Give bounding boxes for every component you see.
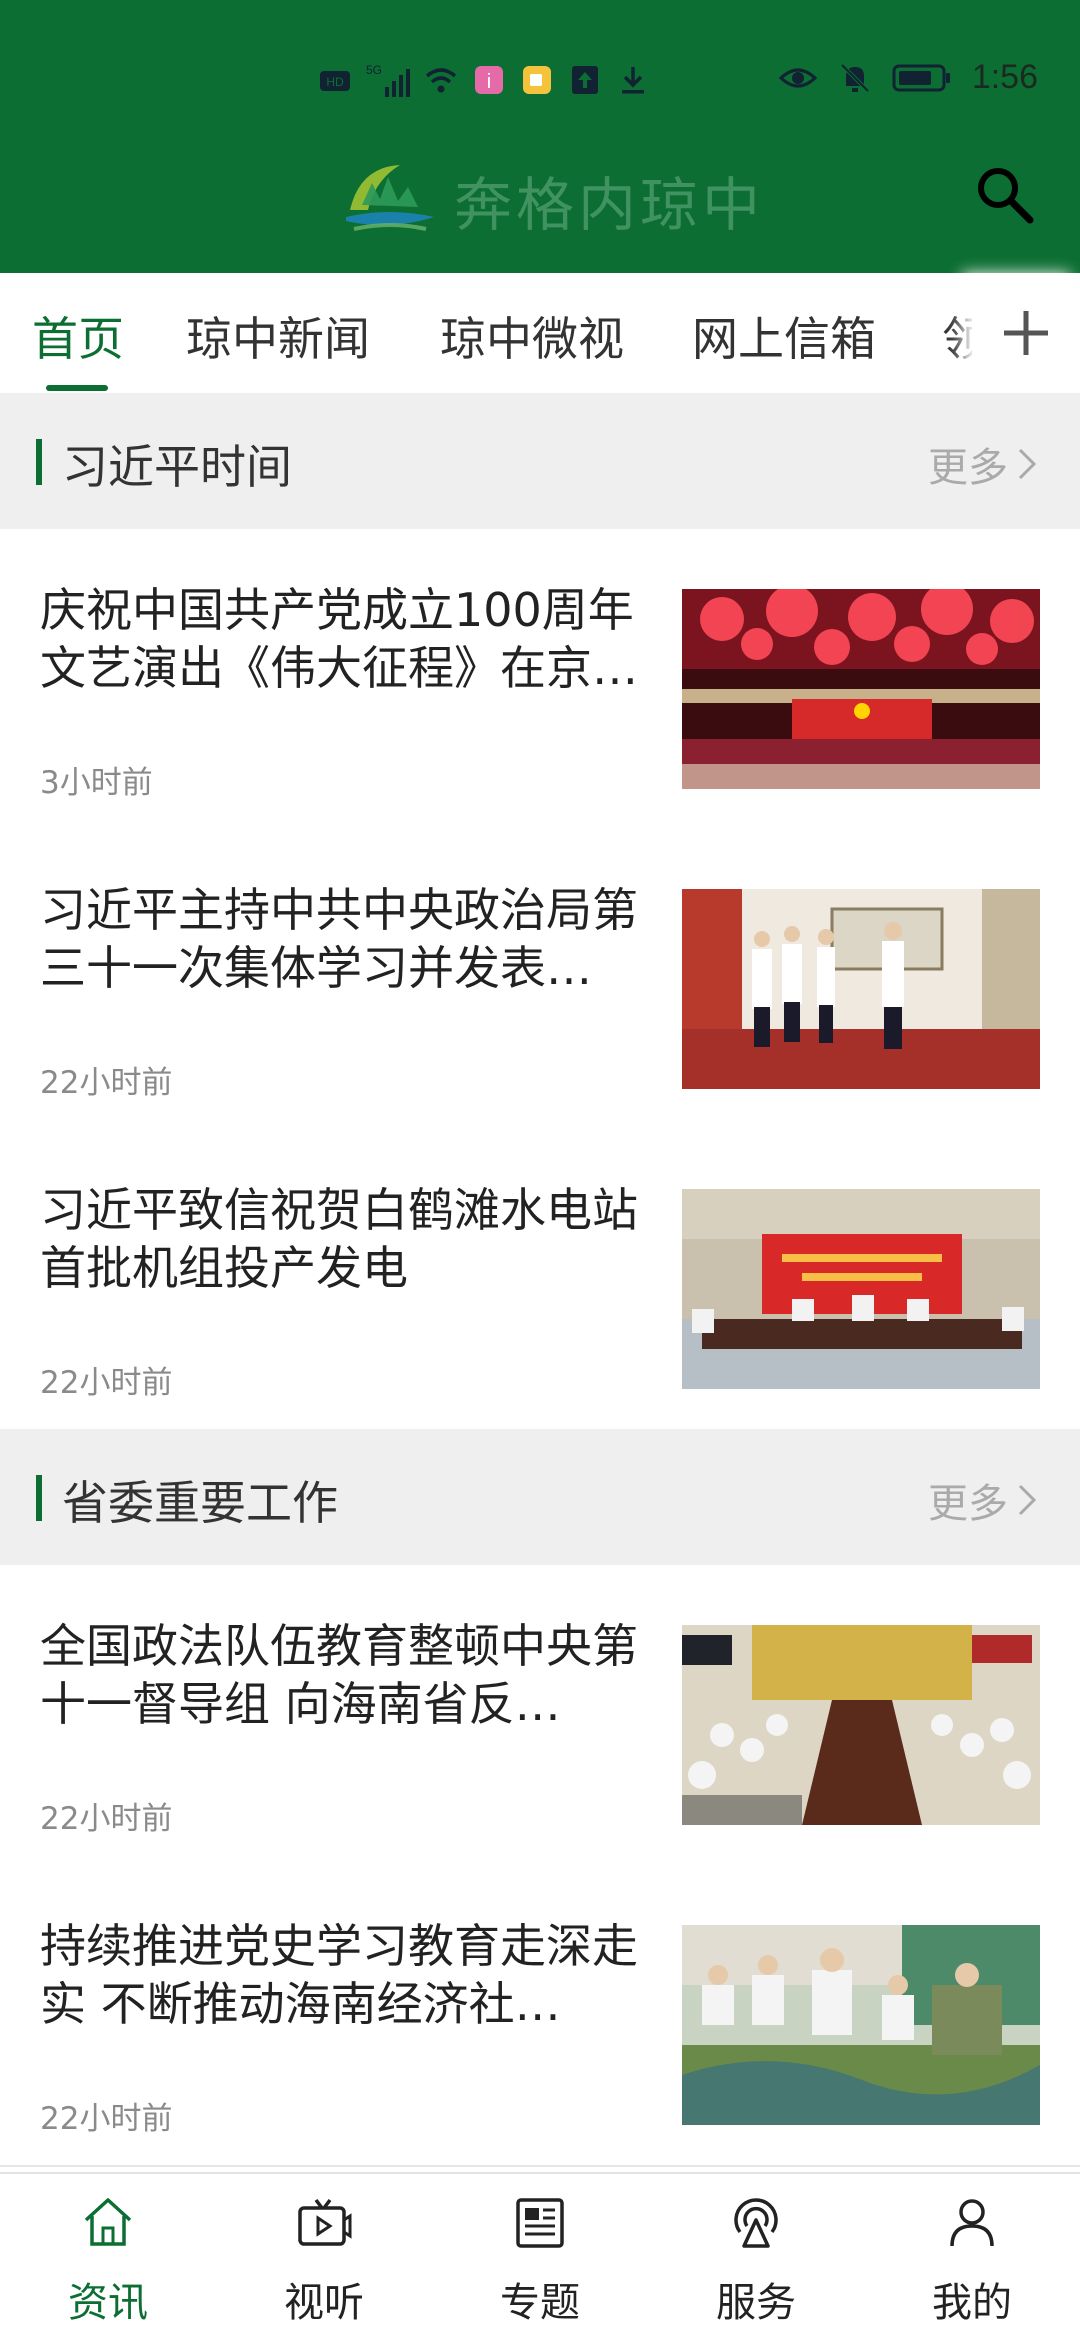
download-icon [622, 67, 645, 94]
newspaper-icon [516, 2198, 564, 2248]
svg-text:i: i [487, 71, 491, 93]
broadcast-icon [734, 2198, 778, 2248]
status-icons-right: 1:56 [778, 58, 1038, 97]
upload-icon [572, 66, 599, 94]
news-thumbnail [682, 1625, 1040, 1825]
news-time: 22小时前 [40, 1365, 173, 1401]
clock: 1:56 [971, 58, 1038, 96]
section-header: 习近平时间 更多 [0, 393, 1080, 529]
user-icon [950, 2199, 994, 2247]
section-title: 习近平时间 [62, 440, 292, 494]
more-label: 更多 [928, 1481, 1008, 1527]
news-thumbnail [682, 1189, 1040, 1389]
news-time: 22小时前 [40, 1801, 173, 1837]
tab-qiongzhong-news[interactable]: 琼中新闻 [186, 303, 370, 369]
news-title: 习近平致信祝贺白鹤滩水电站首批机组投产发电 [40, 1183, 638, 1295]
wifi-icon [425, 68, 457, 93]
tab-online-mailbox[interactable]: 网上信箱 [692, 303, 876, 369]
chevron-right-icon [1018, 448, 1037, 480]
chevron-right-icon [1018, 1484, 1037, 1516]
nav-news[interactable]: 资讯 [0, 2174, 216, 2342]
battery-icon [892, 64, 950, 91]
cup-notification-icon [523, 66, 552, 94]
news-time: 3小时前 [40, 765, 153, 801]
nav-label: 专题 [500, 2280, 580, 2326]
add-channel-button[interactable] [972, 273, 1080, 393]
news-title: 全国政法队伍教育整顿中央第十一督导组 向海南省反… [40, 1619, 638, 1731]
more-link[interactable]: 更多 [928, 435, 1038, 493]
nav-label: 视听 [284, 2280, 364, 2326]
nav-services[interactable]: 服务 [648, 2174, 864, 2342]
news-title: 庆祝中国共产党成立100周年文艺演出《伟大征程》在京… [40, 583, 638, 695]
nav-label: 我的 [932, 2280, 1012, 2326]
news-time: 22小时前 [40, 1065, 173, 1101]
app-notification-icon: i [475, 66, 504, 94]
search-icon[interactable] [970, 160, 1040, 230]
news-time: 22小时前 [40, 2101, 173, 2137]
logo-emblem-icon [346, 165, 434, 231]
nav-profile[interactable]: 我的 [864, 2174, 1080, 2342]
news-item[interactable]: 持续推进党史学习教育走深走实 不断推动海南经济社… 22小时前 [0, 1865, 1080, 2167]
hd-icon: HD [320, 71, 350, 91]
nav-topics[interactable]: 专题 [432, 2174, 648, 2342]
news-title: 持续推进党史学习教育走深走实 不断推动海南经济社… [40, 1919, 638, 2031]
tab-qiongzhong-micro-video[interactable]: 琼中微视 [440, 303, 624, 369]
section-header: 省委重要工作 更多 [0, 1429, 1080, 1565]
news-item[interactable]: 庆祝中国共产党成立100周年文艺演出《伟大征程》在京… 3小时前 [0, 529, 1080, 831]
home-icon [84, 2198, 132, 2246]
svg-text:HD: HD [326, 75, 344, 89]
app-logo: 奔格内琼中 [340, 150, 764, 250]
nav-label: 服务 [716, 2280, 796, 2326]
plus-icon [1004, 311, 1048, 355]
more-label: 更多 [928, 445, 1008, 491]
mute-bell-icon [840, 63, 870, 92]
news-item[interactable]: 习近平致信祝贺白鹤滩水电站首批机组投产发电 22小时前 [0, 1129, 1080, 1431]
status-icons-left: HD 5G i [318, 60, 650, 100]
channel-tabs: 首页 琼中新闻 琼中微视 网上信箱 领 [0, 273, 1080, 393]
news-thumbnail [682, 1925, 1040, 2125]
news-item[interactable]: 全国政法队伍教育整顿中央第十一督导组 向海南省反… 22小时前 [0, 1565, 1080, 1867]
more-link[interactable]: 更多 [928, 1471, 1038, 1529]
status-bar: HD 5G i 1:56 [0, 50, 1080, 110]
section-accent-bar [36, 1475, 42, 1521]
tv-play-icon [298, 2198, 352, 2246]
bottom-navigation: 资讯 视听 专题 服务 我的 [0, 2172, 1080, 2342]
news-title: 习近平主持中共中央政治局第三十一次集体学习并发表… [40, 883, 638, 995]
tab-home[interactable]: 首页 [32, 303, 124, 369]
news-item[interactable]: 习近平主持中共中央政治局第三十一次集体学习并发表… 22小时前 [0, 829, 1080, 1131]
news-thumbnail [682, 589, 1040, 789]
nav-label: 资讯 [68, 2280, 148, 2326]
active-tab-indicator [46, 385, 108, 391]
network-type: 5G [366, 63, 383, 77]
news-thumbnail [682, 889, 1040, 1089]
nav-audio-video[interactable]: 视听 [216, 2174, 432, 2342]
section-accent-bar [36, 439, 42, 485]
app-header: HD 5G i 1:56 奔格内琼中 [0, 0, 1080, 273]
section-title: 省委重要工作 [62, 1476, 338, 1530]
eye-comfort-icon [778, 68, 818, 87]
signal-icon: 5G [366, 63, 411, 97]
logo-text: 奔格内琼中 [454, 171, 765, 239]
